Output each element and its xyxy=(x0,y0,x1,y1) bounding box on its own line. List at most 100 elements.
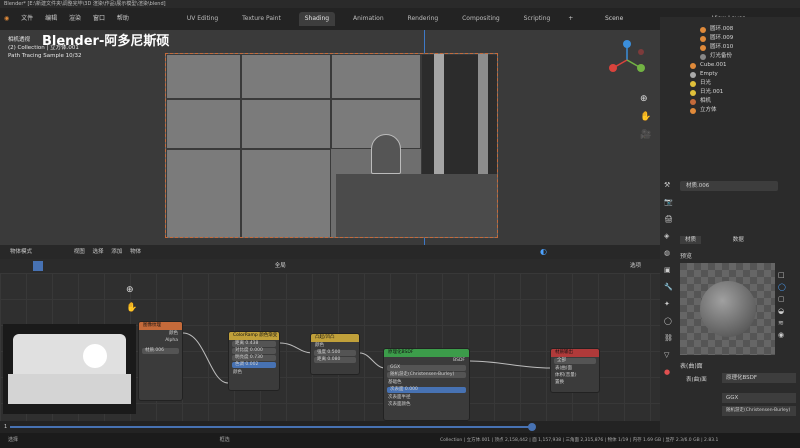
tab-scripting[interactable]: Scripting xyxy=(518,12,557,26)
node-field[interactable]: 对比度 0.000 xyxy=(232,348,276,354)
surface-section-label[interactable]: 表(曲)面 xyxy=(680,361,703,370)
tab-animation[interactable]: Animation xyxy=(347,12,390,26)
shading-mode-icon[interactable]: ◐ xyxy=(540,245,547,259)
navigation-gizmo[interactable] xyxy=(605,38,650,83)
outliner-item[interactable]: 圆环.008 xyxy=(660,25,800,34)
menu-edit[interactable]: 编辑 xyxy=(45,8,57,30)
tool-tab-icon[interactable]: ⚒ xyxy=(664,177,674,194)
node-footer: 颜色 xyxy=(233,370,242,375)
preview-sphere xyxy=(700,281,756,337)
preview-flat-icon[interactable]: □ xyxy=(778,269,786,281)
node-pan-icon[interactable]: ✋ xyxy=(126,299,137,317)
status-stats: Collection | 立方体.001 | 顶点 2,158,442 | 面 … xyxy=(440,438,719,443)
node-row: 基础色 xyxy=(388,380,402,385)
outliner-item[interactable]: 圆环.010 xyxy=(660,43,800,52)
select-tool-icon[interactable] xyxy=(33,260,43,271)
world-tab-icon[interactable]: ◍ xyxy=(664,245,674,262)
camera-view-icon[interactable]: 🎥 xyxy=(640,126,651,144)
tab-shading[interactable]: Shading xyxy=(298,12,336,26)
timeline-bar[interactable]: 1 xyxy=(0,421,660,433)
preview-monkey-icon[interactable]: ◒ xyxy=(778,305,786,317)
transform-orientation-dropdown[interactable]: 全局 xyxy=(275,263,286,269)
outliner-item[interactable]: 灯光备份 xyxy=(660,52,800,61)
node-title: 原理化BSDF xyxy=(384,349,469,357)
node-field[interactable]: 色调 0.002 xyxy=(232,362,276,368)
material-tab-label[interactable]: 材质 xyxy=(680,236,702,244)
material-tab-icon[interactable]: ● xyxy=(664,364,674,381)
subsurface-method-dropdown[interactable]: 随机游走(Christensen-Burley) xyxy=(722,406,796,416)
data-tab-icon[interactable]: ▽ xyxy=(664,347,674,364)
preview-shape-buttons: □ ◯ ▢ ◒ ≋ ◉ xyxy=(778,269,786,341)
menu-object[interactable]: 物体 xyxy=(130,249,141,255)
preview-cube-icon[interactable]: ▢ xyxy=(778,293,786,305)
material-output-node[interactable]: 材质输出 全部 表(曲)面 体积(音量) 置换 xyxy=(550,348,600,393)
outliner-item[interactable]: 日光.001 xyxy=(660,88,800,97)
object-mode-dropdown[interactable]: 物体模式 xyxy=(10,249,32,255)
scene-selector[interactable]: Scene xyxy=(605,8,623,30)
add-workspace-icon[interactable]: + xyxy=(568,8,573,30)
hdri-preview-image xyxy=(3,324,136,414)
preview-section-label[interactable]: 预览 xyxy=(680,251,692,260)
preview-hair-icon[interactable]: ≋ xyxy=(778,317,786,329)
node-field[interactable]: 次表面 0.000 xyxy=(387,387,466,393)
material-tab-row: 材质 数据 xyxy=(680,235,796,245)
node-title: 凸起/凹凸 xyxy=(311,334,359,342)
tab-uv-editing[interactable]: UV Editing xyxy=(181,12,224,26)
surface-label: 表(曲)面 xyxy=(686,377,707,383)
preview-world-icon[interactable]: ◉ xyxy=(778,329,786,341)
outliner-item[interactable]: 相机 xyxy=(660,97,800,106)
distribution-dropdown[interactable]: GGX xyxy=(722,393,796,403)
image-texture-node[interactable]: 图像纹理 颜色 Alpha 材质.006 xyxy=(138,321,183,401)
principled-bsdf-node[interactable]: 原理化BSDF BSDF GGX 随机游走(Christensen-Burley… xyxy=(383,348,470,421)
outliner-item[interactable]: 立方体 xyxy=(660,106,800,115)
preview-sphere-icon[interactable]: ◯ xyxy=(778,281,786,293)
menu-window[interactable]: 窗口 xyxy=(93,8,105,30)
status-box-select: 框选 xyxy=(219,437,230,443)
material-slot-name: 材质.006 xyxy=(686,183,710,189)
outliner-item[interactable]: 日光 xyxy=(660,79,800,88)
scene-tab-icon[interactable]: ◈ xyxy=(664,228,674,245)
modifier-tab-icon[interactable]: 🔧 xyxy=(664,279,674,296)
output-color: 颜色 xyxy=(169,331,178,336)
node-field[interactable]: 全部 xyxy=(554,358,596,364)
menu-view[interactable]: 视图 xyxy=(74,249,85,255)
constraints-tab-icon[interactable]: ⛓ xyxy=(664,330,674,347)
material-slot[interactable]: 材质.006 xyxy=(680,181,778,191)
particles-tab-icon[interactable]: ✦ xyxy=(664,296,674,313)
options-dropdown[interactable]: 选项 xyxy=(630,259,641,273)
blender-logo-icon[interactable]: ◉ xyxy=(4,8,9,30)
render-tab-icon[interactable]: 📷 xyxy=(664,194,674,211)
menu-render[interactable]: 渲染 xyxy=(69,8,81,30)
tab-texture-paint[interactable]: Texture Paint xyxy=(236,12,287,26)
menu-file[interactable]: 文件 xyxy=(21,8,33,30)
node-field[interactable]: 随机游走(Christensen-Burley) xyxy=(387,372,466,378)
surface-shader-dropdown[interactable]: 原理化BSDF xyxy=(722,373,796,383)
node-zoom-icon[interactable]: ⊕ xyxy=(126,281,137,299)
node-field[interactable]: 距离 0.080 xyxy=(314,357,356,363)
outliner-item[interactable]: Cube.001 xyxy=(660,61,800,70)
menu-select[interactable]: 选择 xyxy=(93,249,104,255)
data-tab-label[interactable]: 数据 xyxy=(733,237,744,243)
node-field[interactable]: 明亮度 0.730 xyxy=(232,355,276,361)
image-name-field[interactable]: 材质.006 xyxy=(142,348,179,354)
outliner-item[interactable]: Empty xyxy=(660,70,800,79)
tab-compositing[interactable]: Compositing xyxy=(456,12,506,26)
outliner-item[interactable]: 圆环.009 xyxy=(660,34,800,43)
zoom-icon[interactable]: ⊕ xyxy=(640,90,651,108)
playhead-handle[interactable] xyxy=(528,423,536,431)
output-tab-icon[interactable]: 🖨 xyxy=(664,211,674,228)
menu-add[interactable]: 添加 xyxy=(111,249,122,255)
node-field[interactable]: 距离 0.438 xyxy=(232,341,276,347)
status-bar: 选择 框选 Collection | 立方体.001 | 顶点 2,158,44… xyxy=(0,433,800,448)
node-field[interactable]: 强度 0.500 xyxy=(314,350,356,356)
color-ramp-node[interactable]: ColorRamp 颜色渐变 距离 0.438 对比度 0.000 明亮度 0.… xyxy=(228,331,280,391)
node-row: 体积(音量) xyxy=(555,373,577,378)
physics-tab-icon[interactable]: ◯ xyxy=(664,313,674,330)
bump-node[interactable]: 凸起/凹凸 颜色 强度 0.500 距离 0.080 xyxy=(310,333,360,375)
menu-help[interactable]: 帮助 xyxy=(117,8,129,30)
tab-rendering[interactable]: Rendering xyxy=(402,12,445,26)
object-tab-icon[interactable]: ▣ xyxy=(664,262,674,279)
node-title: ColorRamp 颜色渐变 xyxy=(229,332,279,340)
pan-hand-icon[interactable]: ✋ xyxy=(640,108,651,126)
node-field[interactable]: GGX xyxy=(387,365,466,371)
